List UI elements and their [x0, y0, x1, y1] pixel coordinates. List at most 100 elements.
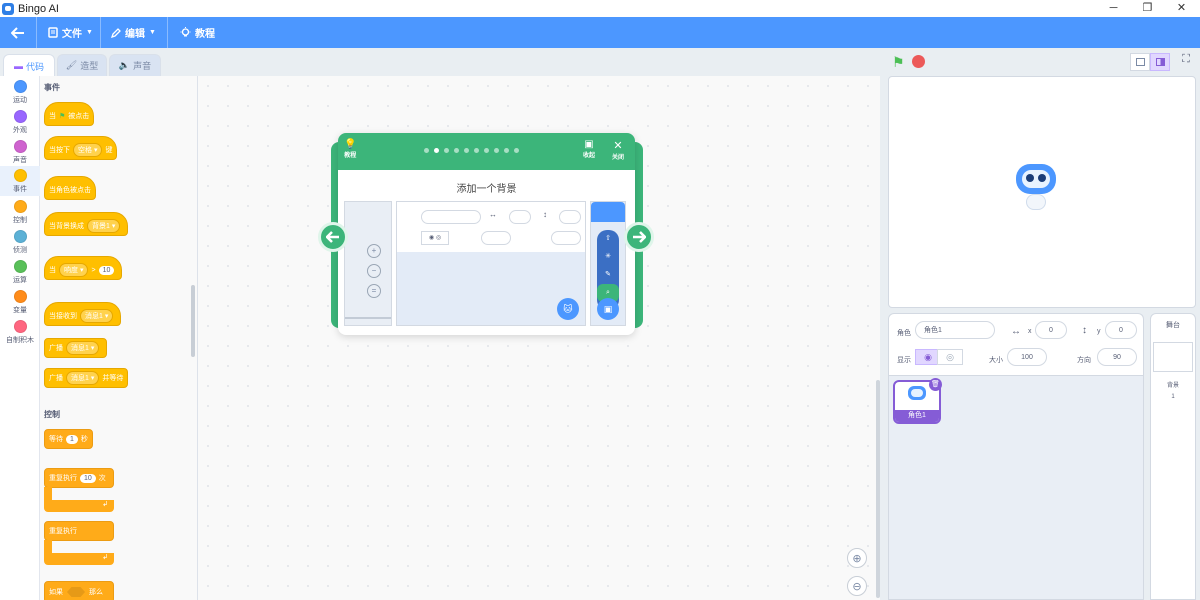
category-sound[interactable]: 声音: [0, 140, 40, 165]
block-broadcast-and-wait[interactable]: 广播 消息1 ▾ 并等待: [44, 368, 129, 388]
large-stage-button[interactable]: [1150, 53, 1170, 71]
stage-canvas[interactable]: [888, 76, 1196, 308]
arrows-horizontal-icon: ↔: [489, 210, 497, 219]
tutorial-tip-button[interactable]: 💡 教程: [344, 139, 356, 159]
category-dot: [13, 80, 27, 93]
robot-sprite[interactable]: [1011, 162, 1061, 217]
block-wait[interactable]: 等待 1 秒: [44, 429, 93, 449]
control-section-title: 控制: [44, 410, 60, 419]
tutorial-menu[interactable]: 教程: [180, 25, 215, 40]
app-logo-icon: [2, 2, 14, 15]
category-my-blocks[interactable]: 自制积木: [0, 320, 40, 345]
message-dropdown[interactable]: 消息1 ▾: [66, 371, 100, 385]
step-dot: [454, 148, 459, 153]
minimize-button[interactable]: ─: [1095, 0, 1132, 17]
stage-thumbnail[interactable]: [1153, 342, 1193, 372]
fullscreen-button[interactable]: ⛶: [1176, 53, 1196, 71]
category-variables[interactable]: 变量: [0, 290, 40, 315]
x-input[interactable]: 0: [1035, 321, 1067, 339]
paint-icon: ✎: [605, 271, 611, 278]
workspace-scrollbar[interactable]: [876, 380, 880, 598]
block-when-receive[interactable]: 当接收到 消息1 ▾: [44, 302, 122, 326]
speaker-icon: 🔈: [118, 60, 131, 70]
block-palette: 事件 当 ⚑ 被点击 当按下 空格 ▾ 键 当角色被点击 当背景换成 背景1 ▾…: [40, 76, 198, 600]
category-control[interactable]: 控制: [0, 200, 40, 225]
block-when-key-pressed[interactable]: 当按下 空格 ▾ 键: [44, 136, 118, 160]
close-window-button[interactable]: ✕: [1163, 0, 1200, 17]
maximize-button[interactable]: ❐: [1129, 0, 1166, 17]
block-forever[interactable]: 重复执行: [44, 521, 114, 541]
message-dropdown[interactable]: 消息1 ▾: [80, 309, 114, 323]
sprite-name-label: 角色: [897, 330, 911, 337]
menu-bar: 文件 ▼ 编辑 ▼ 教程: [0, 17, 1200, 48]
direction-input[interactable]: 90: [1097, 348, 1137, 366]
step-dot: [464, 148, 469, 153]
illustration-zoom-panel: + − =: [344, 201, 392, 326]
threshold-input[interactable]: 10: [98, 265, 115, 275]
category-looks[interactable]: 外观: [0, 110, 40, 135]
zoom-in-button[interactable]: ⊕: [847, 548, 867, 568]
tab-costumes[interactable]: 🖌 造型: [57, 54, 107, 76]
surprise-icon: ✳: [605, 253, 611, 260]
wait-seconds-input[interactable]: 1: [66, 434, 78, 444]
category-dot: [13, 110, 27, 123]
size-input[interactable]: 100: [1007, 348, 1047, 366]
block-repeat[interactable]: 重复执行 10 次: [44, 468, 114, 488]
sensor-dropdown[interactable]: 响度 ▾: [59, 263, 89, 277]
small-stage-button[interactable]: [1130, 53, 1150, 71]
stop-button[interactable]: [912, 55, 925, 68]
block-if-then[interactable]: 如果 那么: [44, 581, 114, 600]
step-dot: [434, 148, 439, 153]
tab-sounds[interactable]: 🔈 声音: [109, 54, 161, 76]
y-input[interactable]: 0: [1105, 321, 1137, 339]
collapse-button[interactable]: ▣ 收起: [583, 139, 595, 159]
file-menu-label: 文件: [62, 29, 82, 40]
sprite-thumbnail-label: 角色1: [895, 410, 939, 422]
stage-panel-title: 舞台: [1166, 322, 1180, 329]
tab-sounds-label: 声音: [133, 61, 152, 71]
category-motion[interactable]: 运动: [0, 80, 40, 105]
brush-icon: 🖌: [65, 60, 78, 70]
palette-scrollbar[interactable]: [191, 285, 195, 357]
block-when-greater-than[interactable]: 当 响度 ▾ > 10: [44, 256, 123, 280]
block-when-sprite-clicked[interactable]: 当角色被点击: [44, 176, 96, 200]
block-broadcast[interactable]: 广播 消息1 ▾: [44, 338, 108, 358]
category-menu: 运动 外观 声音 事件 控制 侦测 运算 变量 自制积木: [0, 76, 40, 600]
show-label: 显示: [897, 357, 911, 364]
zoom-out-icon: ⊖: [852, 580, 862, 593]
next-step-button[interactable]: [624, 222, 654, 252]
zoom-in-icon: ⊕: [852, 552, 862, 565]
tab-code[interactable]: ▬ 代码: [3, 54, 55, 77]
backdrop-dropdown[interactable]: 背景1 ▾: [87, 219, 121, 233]
sprite-name-input[interactable]: 角色1: [915, 321, 995, 339]
sprite-info-panel: 角色 角色1 ↔ x 0 ↕ y 0 显示 ◉ ◎ 大小 100 方向 90: [888, 313, 1144, 375]
illustration-sprite-panel: ↔ ↕ ◉ ◎ 🐱: [396, 201, 586, 326]
previous-step-button[interactable]: [318, 222, 348, 252]
cat-icon: 🐱: [557, 298, 579, 320]
green-flag-button[interactable]: ⚑: [892, 54, 905, 71]
key-dropdown[interactable]: 空格 ▾: [73, 143, 103, 157]
title-bar: Bingo AI ─ ❐ ✕: [0, 0, 1200, 17]
hide-sprite-button[interactable]: ◎: [937, 349, 963, 365]
step-dot: [424, 148, 429, 153]
delete-sprite-button[interactable]: 🗑: [929, 378, 942, 391]
eye-icon: ◉: [924, 351, 932, 362]
block-when-backdrop-switches[interactable]: 当背景换成 背景1 ▾: [44, 212, 129, 236]
block-when-flag-clicked[interactable]: 当 ⚑ 被点击: [44, 102, 95, 126]
file-icon: [48, 27, 58, 38]
step-dot: [444, 148, 449, 153]
condition-slot[interactable]: [67, 587, 85, 597]
edit-menu-label: 编辑: [125, 29, 145, 40]
category-sensing[interactable]: 侦测: [0, 230, 40, 255]
edit-menu[interactable]: 编辑 ▼: [111, 25, 167, 40]
back-button[interactable]: [0, 26, 36, 39]
close-modal-button[interactable]: ✕ 关闭: [612, 139, 624, 161]
repeat-count-input[interactable]: 10: [80, 473, 96, 483]
zoom-out-button[interactable]: ⊖: [847, 576, 867, 596]
category-operators[interactable]: 运算: [0, 260, 40, 285]
category-dot: [13, 260, 27, 273]
category-events[interactable]: 事件: [0, 166, 40, 196]
close-icon: ✕: [613, 140, 623, 152]
message-dropdown[interactable]: 消息1 ▾: [66, 341, 100, 355]
file-menu[interactable]: 文件 ▼: [48, 25, 100, 40]
